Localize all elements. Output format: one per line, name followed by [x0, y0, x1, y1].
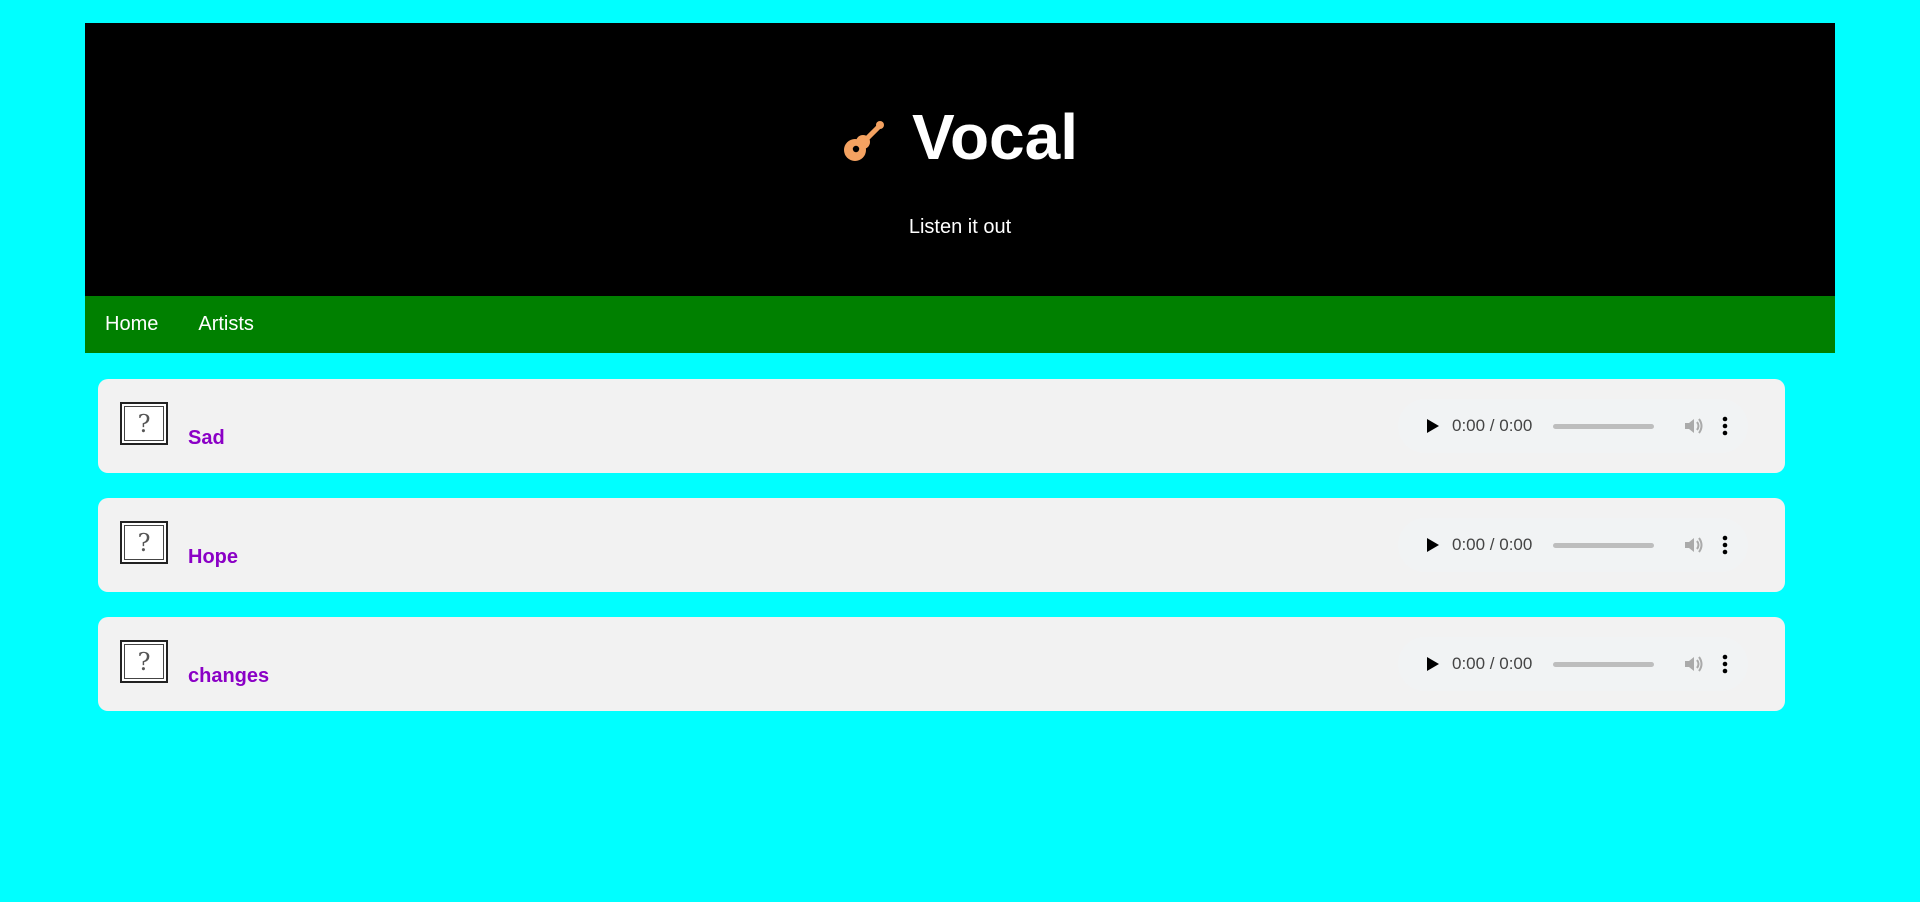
- more-options-icon[interactable]: [1722, 654, 1728, 674]
- audio-progress-bar[interactable]: [1553, 423, 1655, 429]
- more-options-icon[interactable]: [1722, 416, 1728, 436]
- main-nav: Home Artists: [85, 296, 1835, 353]
- track-card: ? Sad 0:00 / 0:00: [98, 379, 1785, 473]
- nav-item-home[interactable]: Home: [105, 313, 158, 336]
- audio-time: 0:00 / 0:00: [1452, 416, 1533, 435]
- audio-player: 0:00 / 0:00: [1398, 637, 1748, 691]
- track-name: Hope: [188, 546, 238, 568]
- broken-image-icon: ?: [120, 640, 168, 683]
- audio-time: 0:00 / 0:00: [1452, 535, 1533, 554]
- audio-player: 0:00 / 0:00: [1398, 518, 1748, 572]
- broken-image-icon: ?: [120, 521, 168, 564]
- nav-item-artists[interactable]: Artists: [198, 313, 254, 336]
- audio-player: 0:00 / 0:00: [1398, 399, 1748, 453]
- volume-icon[interactable]: [1682, 415, 1704, 437]
- track-name: changes: [188, 665, 270, 687]
- play-icon[interactable]: [1426, 656, 1440, 672]
- more-options-icon[interactable]: [1722, 535, 1728, 555]
- site-title: Vocal: [912, 101, 1078, 173]
- track-list: ? Sad 0:00 / 0:00 ? Hope 0:00 / 0:00 ? c…: [98, 379, 1785, 736]
- page-container: Vocal Listen it out Home Artists: [85, 23, 1835, 353]
- track-card: ? Hope 0:00 / 0:00: [98, 498, 1785, 592]
- play-icon[interactable]: [1426, 418, 1440, 434]
- title-row: Vocal: [85, 105, 1835, 169]
- site-header: Vocal Listen it out: [85, 23, 1835, 296]
- volume-icon[interactable]: [1682, 653, 1704, 675]
- play-icon[interactable]: [1426, 537, 1440, 553]
- track-card: ? changes 0:00 / 0:00: [98, 617, 1785, 711]
- broken-image-icon: ?: [120, 402, 168, 445]
- audio-progress-bar[interactable]: [1553, 661, 1655, 667]
- audio-progress-bar[interactable]: [1553, 542, 1655, 548]
- track-name: Sad: [188, 427, 225, 449]
- site-tagline: Listen it out: [908, 216, 1012, 238]
- audio-time: 0:00 / 0:00: [1452, 654, 1533, 673]
- volume-icon[interactable]: [1682, 534, 1704, 556]
- guitar-icon: [844, 121, 884, 161]
